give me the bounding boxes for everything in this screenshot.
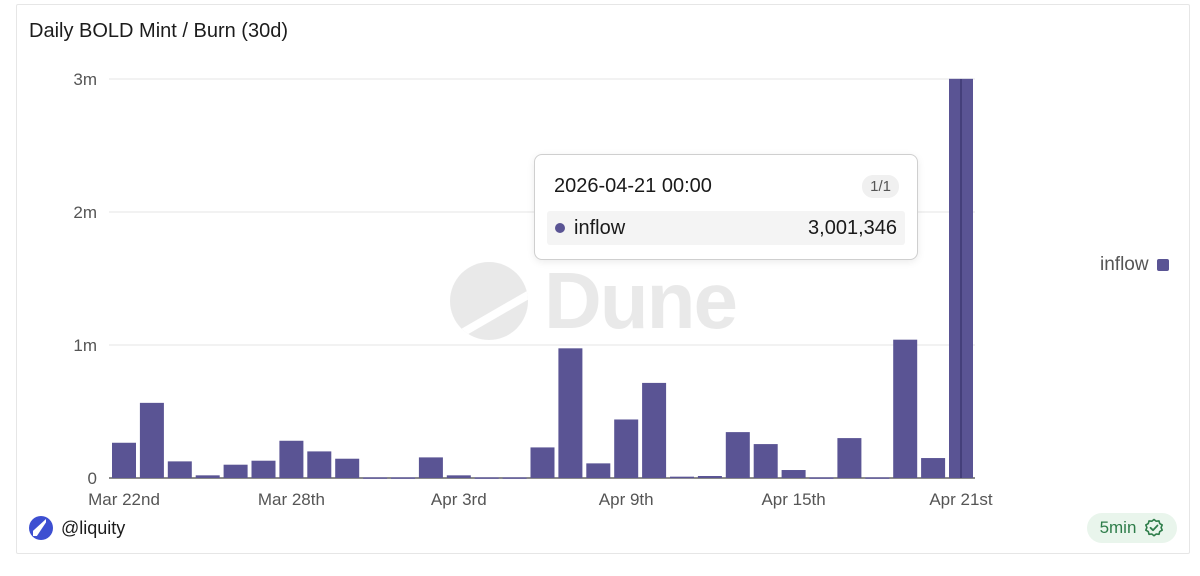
y-tick-label: 0 xyxy=(88,469,97,488)
bar[interactable] xyxy=(893,339,918,478)
legend-swatch xyxy=(1156,259,1169,271)
x-tick-label: Mar 28th xyxy=(258,490,325,509)
bar[interactable] xyxy=(670,476,694,479)
bar[interactable] xyxy=(363,477,388,479)
bar[interactable] xyxy=(753,444,778,478)
x-tick-label: Apr 15th xyxy=(761,490,825,509)
bar[interactable] xyxy=(418,457,443,478)
legend[interactable]: inflow xyxy=(1100,254,1169,276)
refresh-interval: 5min xyxy=(1099,518,1137,537)
bar-chart: 0 1m 2m 3m Mar 22nd Mar 28th Apr 3rd Apr 9th Apr… xyxy=(73,70,993,509)
bar[interactable] xyxy=(865,477,890,479)
bar[interactable] xyxy=(781,470,806,478)
bar[interactable] xyxy=(195,475,220,478)
x-tick-label: Apr 3rd xyxy=(431,490,487,509)
bar[interactable] xyxy=(697,476,722,478)
check-badge-icon xyxy=(1145,518,1164,537)
tooltip-series-label: inflow xyxy=(574,216,626,239)
bar[interactable] xyxy=(139,402,164,478)
bar[interactable] xyxy=(530,447,555,478)
bar[interactable] xyxy=(809,477,834,479)
bar[interactable] xyxy=(558,348,583,478)
bar[interactable] xyxy=(279,440,304,478)
bar[interactable] xyxy=(921,458,946,478)
x-tick-label: Apr 21st xyxy=(929,490,993,509)
x-tick-label: Apr 9th xyxy=(599,490,654,509)
author-link[interactable]: @liquity xyxy=(29,516,125,540)
bar[interactable] xyxy=(837,438,862,478)
y-tick-label: 2m xyxy=(73,203,97,222)
bar[interactable] xyxy=(391,477,415,479)
liquity-avatar-icon xyxy=(29,516,53,540)
bar[interactable] xyxy=(614,419,639,478)
bar[interactable] xyxy=(502,477,527,479)
bar[interactable] xyxy=(167,461,192,478)
bar[interactable] xyxy=(335,458,360,478)
author-handle: @liquity xyxy=(61,517,126,538)
bar[interactable] xyxy=(725,432,750,478)
bar[interactable] xyxy=(223,464,248,478)
tooltip: 2026-04-21 00:00 1/1 inflow 3,001,346 xyxy=(534,154,918,260)
bar[interactable] xyxy=(642,382,667,478)
bar[interactable] xyxy=(307,451,332,478)
tooltip-date: 2026-04-21 00:00 xyxy=(554,175,712,197)
refresh-badge[interactable]: 5min xyxy=(1087,513,1177,543)
tooltip-page: 1/1 xyxy=(862,175,899,198)
y-tick-label: 3m xyxy=(73,70,97,89)
bar[interactable] xyxy=(474,477,499,479)
bar[interactable] xyxy=(446,475,471,478)
tooltip-series-dot xyxy=(555,223,565,233)
x-tick-label: Mar 22nd xyxy=(88,490,160,509)
legend-label: inflow xyxy=(1100,254,1149,275)
bar[interactable] xyxy=(112,442,136,478)
tooltip-row: inflow 3,001,346 xyxy=(547,211,905,245)
tooltip-value: 3,001,346 xyxy=(808,216,897,239)
bar[interactable] xyxy=(251,460,276,478)
y-tick-label: 1m xyxy=(73,336,97,355)
bar[interactable] xyxy=(586,463,611,478)
